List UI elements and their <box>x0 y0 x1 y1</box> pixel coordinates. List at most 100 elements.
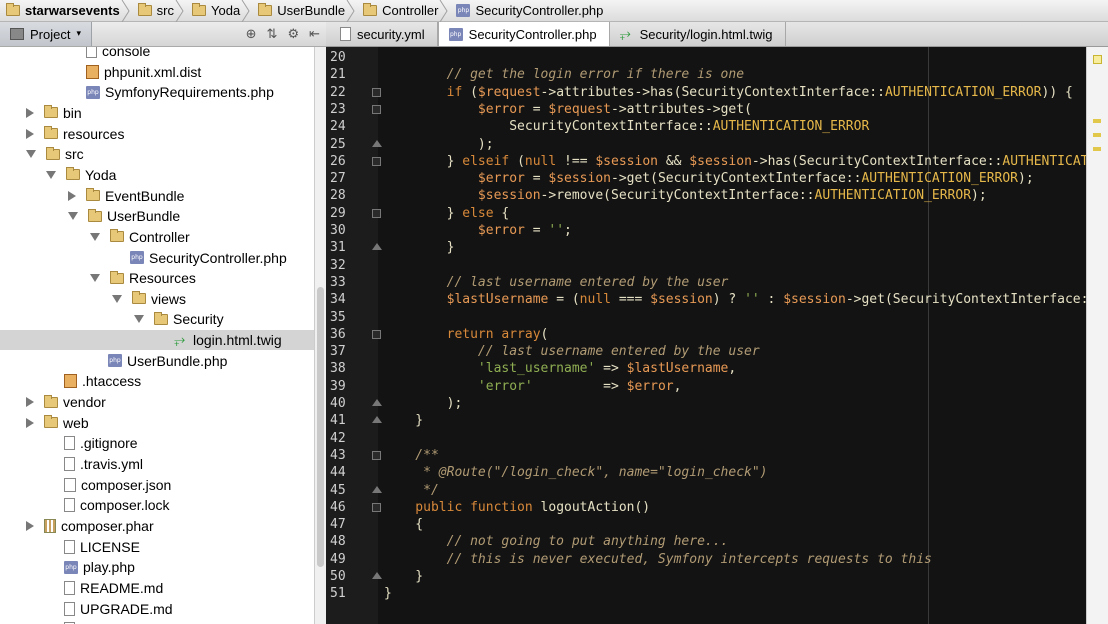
fold-close-icon[interactable] <box>372 572 382 579</box>
tree-item-src[interactable]: src <box>26 144 84 164</box>
chevron-down-icon[interactable] <box>134 315 144 324</box>
tree-item-upgrade-md[interactable]: UPGRADE.md <box>64 599 173 619</box>
tree-item-play-php[interactable]: php play.php <box>64 557 135 577</box>
inspection-status-icon[interactable] <box>1093 55 1102 64</box>
tree-item-security[interactable]: Security <box>134 309 224 329</box>
tree-item-views[interactable]: views <box>112 289 186 309</box>
tree-item-readme-md[interactable]: README.md <box>64 578 163 598</box>
fold-close-icon[interactable] <box>372 243 382 251</box>
chevron-right-icon[interactable] <box>26 128 34 139</box>
tree-item-console[interactable]: console <box>86 47 150 61</box>
breadcrumb-item[interactable]: Controller <box>357 0 449 22</box>
folder-icon <box>363 3 378 16</box>
editor-scrollbar[interactable] <box>1086 47 1108 624</box>
code-token: SecurityContextInterface:: <box>384 119 713 135</box>
fold-close-icon[interactable] <box>372 399 382 406</box>
tree-item-bin[interactable]: bin <box>26 103 82 123</box>
code-token: )) { <box>1041 84 1073 100</box>
code-token: // last username entered by the user <box>384 274 729 290</box>
project-tree-scrollbar[interactable] <box>314 47 326 624</box>
code-line: } <box>384 412 423 429</box>
chevron-right-icon[interactable] <box>26 417 34 428</box>
gear-icon[interactable]: ⚙ <box>287 27 299 42</box>
chevron-right-icon[interactable] <box>26 107 34 118</box>
collapse-icon[interactable]: ⇅ <box>267 27 278 42</box>
breadcrumb-item[interactable]: starwarsevents <box>0 0 130 22</box>
scrollbar-thumb[interactable] <box>317 287 324 567</box>
fold-close-icon[interactable] <box>372 485 382 493</box>
chevron-down-icon[interactable] <box>90 232 100 241</box>
chevron-right-icon[interactable] <box>26 397 34 408</box>
tree-item-securitycontroller-php[interactable]: php SecurityController.php <box>130 248 287 268</box>
fold-close-icon[interactable] <box>372 416 382 424</box>
tree-item-label: play.php <box>83 559 135 576</box>
code-token: // this is never executed, Symfony inter… <box>384 551 932 567</box>
breadcrumb-item[interactable]: Yoda <box>186 0 250 22</box>
tree-item-controller[interactable]: Controller <box>90 227 190 247</box>
code-token: $error <box>384 223 533 238</box>
fold-open-icon[interactable] <box>372 104 381 114</box>
breadcrumb-item[interactable]: UserBundle <box>252 0 355 22</box>
tree-item-label: UPGRADE.md <box>80 600 173 617</box>
tree-item-symfonyrequirements-php[interactable]: php SymfonyRequirements.php <box>86 82 274 102</box>
code-token: ) ? <box>712 292 745 308</box>
target-icon[interactable]: ⊕ <box>246 27 257 42</box>
tab-security-yml[interactable]: security.yml <box>326 22 438 46</box>
code-line: $error = $session->get(SecurityContextIn… <box>384 170 1034 187</box>
fold-open-icon[interactable] <box>372 87 381 97</box>
fold-open-icon[interactable] <box>372 502 381 512</box>
chevron-down-icon[interactable] <box>26 150 36 159</box>
breadcrumb-item[interactable]: php SecurityController.php <box>450 0 609 22</box>
line-number: 46 <box>330 499 346 515</box>
chevron-right-icon[interactable] <box>26 520 34 531</box>
tab-security-login-html-twig[interactable]: ⥅ Security/login.html.twig <box>610 22 786 46</box>
chevron-down-icon[interactable] <box>90 274 100 283</box>
code-line: public function logoutAction() <box>384 499 650 516</box>
tree-item-login-html-twig[interactable]: ⥅ login.html.twig <box>0 330 314 351</box>
tree-item-userbundle-php[interactable]: php UserBundle.php <box>108 351 227 371</box>
tree-item-eventbundle[interactable]: EventBundle <box>68 186 184 206</box>
tree-item-resources[interactable]: resources <box>26 124 124 144</box>
tree-item-upgrade-2-2-md[interactable]: UPGRADE-2.2.md <box>64 619 197 624</box>
line-number: 24 <box>330 119 346 135</box>
line-number: 30 <box>330 223 346 238</box>
breadcrumb-item[interactable]: src <box>132 0 184 22</box>
code-token: get <box>861 292 885 308</box>
tree-item-phpunit-xml-dist[interactable]: phpunit.xml.dist <box>86 62 201 82</box>
tree-item-license[interactable]: LICENSE <box>64 537 140 557</box>
project-view-selector[interactable]: Project ▾ <box>0 22 92 46</box>
tree-item--htaccess[interactable]: .htaccess <box>64 371 141 391</box>
chevron-down-icon[interactable] <box>68 212 78 221</box>
fold-open-icon[interactable] <box>372 208 381 218</box>
warning-marker[interactable] <box>1093 119 1101 123</box>
hide-panel-icon[interactable]: ⇤ <box>309 27 320 42</box>
code-token: get <box>720 101 745 117</box>
chevron-down-icon[interactable] <box>112 294 122 303</box>
tree-item-label: views <box>151 290 187 307</box>
tree-item--travis-yml[interactable]: .travis.yml <box>64 454 143 474</box>
folder-icon <box>44 126 58 140</box>
tree-item-yoda[interactable]: Yoda <box>46 165 116 185</box>
folder-icon <box>44 394 58 408</box>
tab-securitycontroller-php[interactable]: php SecurityController.php <box>437 22 610 46</box>
tree-item-vendor[interactable]: vendor <box>26 392 106 412</box>
fold-open-icon[interactable] <box>372 329 381 339</box>
warning-marker[interactable] <box>1093 133 1101 137</box>
fold-open-icon[interactable] <box>372 156 381 166</box>
warning-marker[interactable] <box>1093 147 1101 151</box>
tree-item-label: composer.phar <box>61 517 154 534</box>
fold-close-icon[interactable] <box>372 139 382 147</box>
tree-item--gitignore[interactable]: .gitignore <box>64 433 138 453</box>
chevron-down-icon[interactable] <box>46 170 56 179</box>
tree-item-userbundle[interactable]: UserBundle <box>68 206 180 226</box>
tree-item-web[interactable]: web <box>26 413 89 433</box>
tree-item-composer-phar[interactable]: composer.phar <box>26 516 154 536</box>
tree-item-composer-lock[interactable]: composer.lock <box>64 495 169 515</box>
tree-item-resources[interactable]: Resources <box>90 268 196 288</box>
chevron-right-icon[interactable] <box>68 190 76 201</box>
fold-open-icon[interactable] <box>372 450 381 460</box>
code-editor[interactable]: 20 21 22 23 24 25 26 27 28 29 30 31 32 33 34 35 36 37 38 39… <box>326 47 1108 624</box>
code-token: logoutAction <box>540 499 635 515</box>
tree-item-composer-json[interactable]: composer.json <box>64 475 171 495</box>
code-token: 'last_username' <box>384 361 604 377</box>
